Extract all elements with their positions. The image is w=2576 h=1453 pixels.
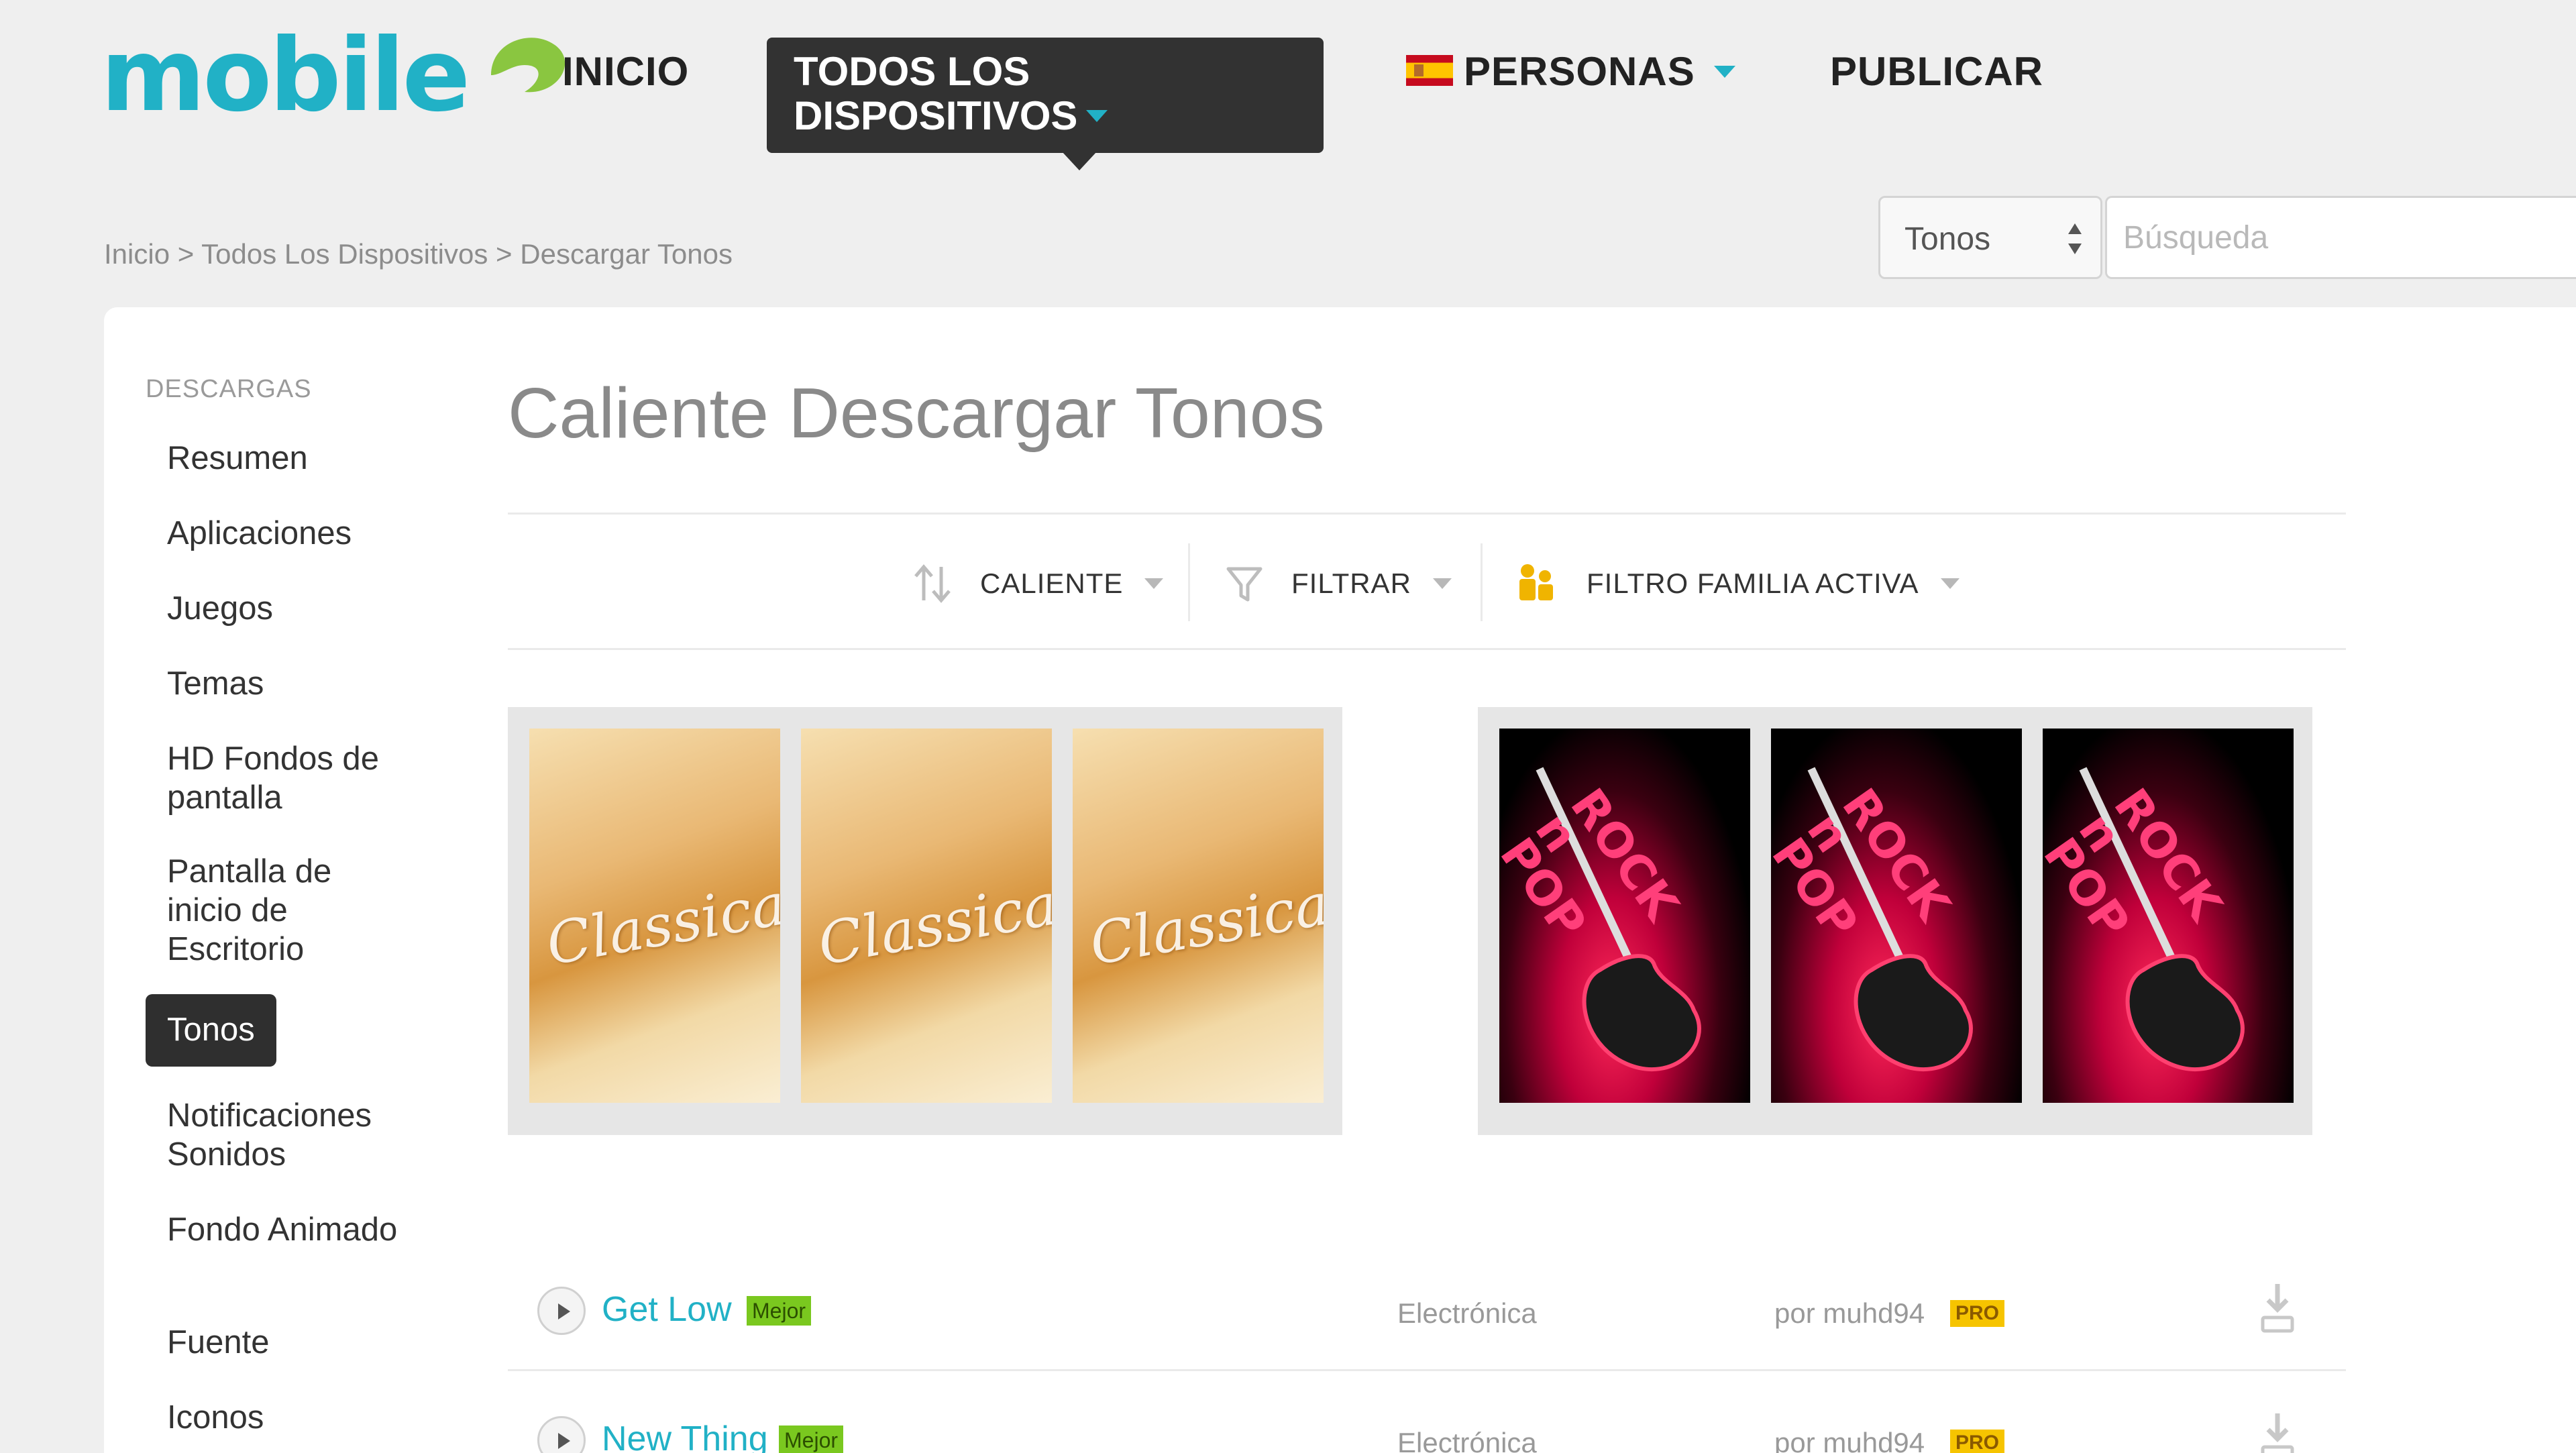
breadcrumb-current: Descargar Tonos xyxy=(520,238,733,270)
sidebar-item-juegos[interactable]: Juegos xyxy=(146,589,427,628)
banner-image-classical: Classical xyxy=(1073,729,1324,1103)
banner-art-text: Classical xyxy=(541,867,780,979)
page-title: Caliente Descargar Tonos xyxy=(508,374,1325,453)
divider xyxy=(508,513,2346,515)
breadcrumb-separator: > xyxy=(170,238,202,270)
list-item: New Thing Mejor Electrónica por muhd94 P… xyxy=(508,1373,2346,1453)
banner-image-rock: ROCK n POP xyxy=(2043,729,2294,1103)
nav-personas[interactable]: PERSONAS xyxy=(1406,50,1735,94)
sidebar-item-live-wallpaper[interactable]: Fondo Animado xyxy=(146,1210,427,1249)
breadcrumb-separator: > xyxy=(488,238,521,270)
divider xyxy=(1188,543,1190,621)
breadcrumb-devices[interactable]: Todos Los Dispositivos xyxy=(201,238,488,270)
family-filter-dropdown[interactable]: FILTRO FAMILIA ACTIVA xyxy=(1515,557,1960,610)
sidebar-title: DESCARGAS xyxy=(146,375,312,403)
banner-image-rock: ROCK n POP xyxy=(1771,729,2022,1103)
search-category-select[interactable]: Tonos xyxy=(1878,196,2102,279)
download-icon[interactable] xyxy=(2257,1281,2298,1335)
featured-banner-rock[interactable]: ROCK n POP ROCK n POP ROCK n POP xyxy=(1478,707,2312,1135)
ringtone-genre[interactable]: Electrónica xyxy=(1397,1297,1537,1330)
chevron-down-icon xyxy=(1086,110,1108,122)
chevron-down-icon xyxy=(1713,66,1735,78)
nav-inicio[interactable]: INICIO xyxy=(562,50,689,94)
play-icon[interactable] xyxy=(537,1416,586,1453)
banner-image-classical: Classical xyxy=(801,729,1052,1103)
badge-pro: PRO xyxy=(1950,1430,2005,1453)
logo-text: mobile xyxy=(101,17,470,134)
sort-dropdown[interactable]: CALIENTE xyxy=(910,557,1164,610)
ringtone-genre[interactable]: Electrónica xyxy=(1397,1427,1537,1453)
divider xyxy=(1481,543,1483,621)
breadcrumb: Inicio > Todos Los Dispositivos > Descar… xyxy=(104,239,733,270)
ringtone-author[interactable]: por muhd94 xyxy=(1774,1427,1925,1453)
banner-image-rock: ROCK n POP xyxy=(1499,729,1750,1103)
family-filter-label: FILTRO FAMILIA ACTIVA xyxy=(1587,568,1919,599)
chevron-down-icon xyxy=(1940,578,1960,589)
featured-banner-classical[interactable]: Classical Classical Classical xyxy=(508,707,1342,1135)
sidebar-item-aplicaciones[interactable]: Aplicaciones xyxy=(146,514,427,553)
family-icon xyxy=(1519,564,1553,600)
sidebar-item-tonos[interactable]: Tonos xyxy=(146,994,276,1067)
nav-all-devices[interactable]: TODOS LOS DISPOSITIVOS xyxy=(767,38,1324,170)
sidebar-item-notification-sounds[interactable]: Notificaciones Sonidos xyxy=(146,1096,427,1174)
sidebar-item-resumen[interactable]: Resumen xyxy=(146,439,427,478)
list-item: Get Low Mejor Electrónica por muhd94 PRO xyxy=(508,1244,2346,1371)
banner-art-text: Classical xyxy=(1085,867,1324,979)
sidebar-item-home-screen[interactable]: Pantalla de inicio de Escritorio xyxy=(146,852,427,969)
sort-label: CALIENTE xyxy=(980,568,1124,599)
badge-pro: PRO xyxy=(1950,1300,2005,1327)
banner-image-classical: Classical xyxy=(529,729,780,1103)
nav-all-devices-label: TODOS LOS DISPOSITIVOS xyxy=(794,49,1078,138)
badge-mejor: Mejor xyxy=(779,1425,844,1453)
sidebar-item-temas[interactable]: Temas xyxy=(146,664,427,703)
nav-pointer xyxy=(1062,152,1097,170)
nav-personas-label: PERSONAS xyxy=(1464,49,1695,94)
ringtone-author[interactable]: por muhd94 xyxy=(1774,1297,1925,1330)
sidebar-item-fuente[interactable]: Fuente xyxy=(146,1323,427,1362)
ringtone-title[interactable]: Get Low xyxy=(602,1289,732,1330)
chevron-down-icon xyxy=(1144,578,1164,589)
banner-art-text: Classical xyxy=(813,867,1052,979)
funnel-icon xyxy=(1226,567,1263,602)
chevron-down-icon xyxy=(1432,578,1452,589)
select-arrows-icon xyxy=(2068,223,2082,254)
play-icon[interactable] xyxy=(537,1287,586,1335)
content-panel: DESCARGAS Resumen Aplicaciones Juegos Te… xyxy=(104,307,2576,1453)
search-category-value: Tonos xyxy=(1904,221,1991,257)
breadcrumb-home[interactable]: Inicio xyxy=(104,238,170,270)
sidebar-item-iconos[interactable]: Iconos xyxy=(146,1398,427,1437)
sidebar: DESCARGAS xyxy=(146,374,427,404)
divider xyxy=(508,648,2346,650)
sidebar-item-hd-wallpapers[interactable]: HD Fondos de pantalla xyxy=(146,739,427,817)
search-input[interactable] xyxy=(2105,196,2576,279)
sort-icon xyxy=(914,564,951,603)
filter-dropdown[interactable]: FILTRAR xyxy=(1224,557,1452,610)
badge-mejor: Mejor xyxy=(747,1296,812,1326)
filter-label: FILTRAR xyxy=(1291,568,1411,599)
nav-publicar[interactable]: PUBLICAR xyxy=(1830,50,2043,94)
download-icon[interactable] xyxy=(2257,1411,2298,1453)
ringtone-title[interactable]: New Thing xyxy=(602,1419,768,1453)
spain-flag-icon xyxy=(1406,55,1453,87)
